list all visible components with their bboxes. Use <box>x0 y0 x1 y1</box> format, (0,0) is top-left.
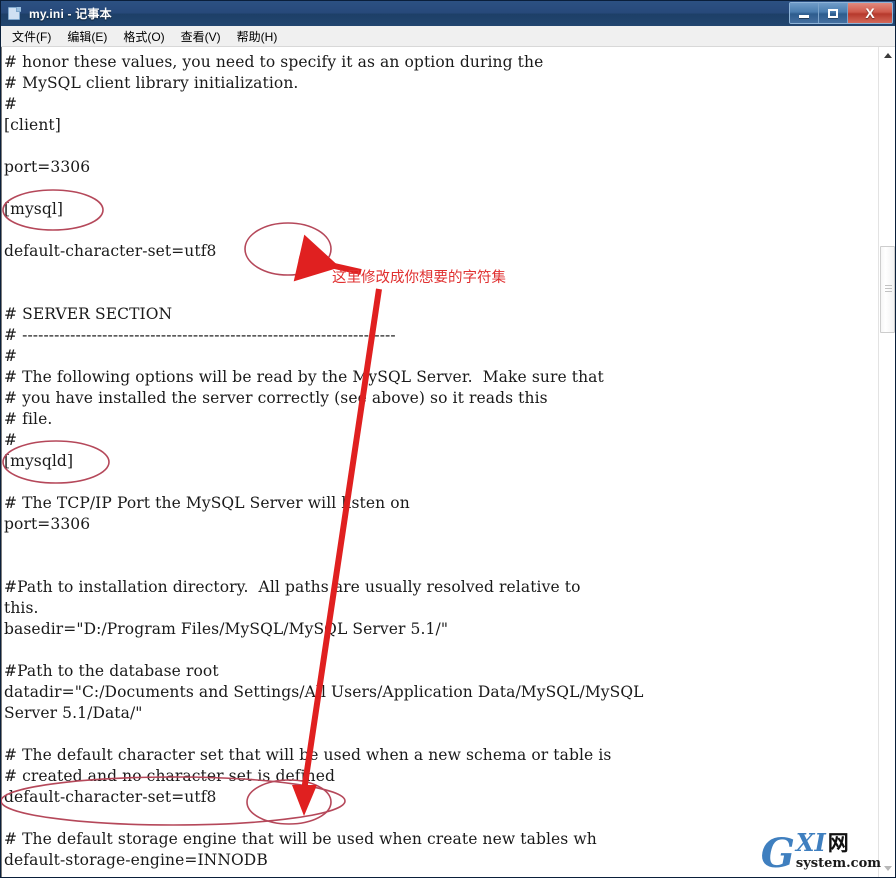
text-line: # created and no character set is define… <box>4 767 336 785</box>
close-button[interactable]: X <box>848 3 892 23</box>
minimize-icon <box>799 14 809 18</box>
minimize-button[interactable] <box>790 3 819 23</box>
text-line: default-storage-engine=INNODB <box>4 851 268 869</box>
text-editor-area[interactable]: # honor these values, you need to specif… <box>1 47 895 877</box>
scroll-up-button[interactable] <box>879 47 895 64</box>
text-line <box>4 640 644 661</box>
menu-bar: 文件(F) 编辑(E) 格式(O) 查看(V) 帮助(H) <box>1 26 895 47</box>
text-line: default-character-set=utf8 <box>4 788 217 806</box>
text-content: # honor these values, you need to specif… <box>4 52 644 871</box>
text-line: # The TCP/IP Port the MySQL Server will … <box>4 494 410 512</box>
text-line: Server 5.1/Data/" <box>4 704 143 722</box>
text-line <box>4 136 644 157</box>
close-icon: X <box>865 5 875 21</box>
text-line: # you have installed the server correctl… <box>4 389 548 407</box>
text-line: [mysqld] <box>4 452 74 470</box>
text-line: # file. <box>4 410 53 428</box>
text-line: this. <box>4 599 39 617</box>
text-line: # SERVER SECTION <box>4 305 173 323</box>
text-line: # MySQL client library initialization. <box>4 74 299 92</box>
maximize-button[interactable] <box>819 3 848 23</box>
text-line: # --------------------------------------… <box>4 326 396 344</box>
maximize-icon <box>828 8 838 18</box>
grip-icon <box>885 285 892 292</box>
title-bar[interactable]: my.ini - 记事本 X <box>1 1 895 26</box>
window-controls: X <box>789 2 893 24</box>
text-line: [mysql] <box>4 200 64 218</box>
text-line <box>4 724 644 745</box>
text-line: # The default character set that will be… <box>4 746 612 764</box>
menu-file[interactable]: 文件(F) <box>4 26 59 47</box>
text-line: # <box>4 95 18 113</box>
text-line: #Path to the database root <box>4 662 219 680</box>
scroll-down-button[interactable] <box>879 860 895 877</box>
window-title: my.ini - 记事本 <box>29 7 112 21</box>
menu-help[interactable]: 帮助(H) <box>229 26 286 47</box>
notepad-document-icon <box>7 6 22 21</box>
text-line: # <box>4 431 18 449</box>
text-line: # The following options will be read by … <box>4 368 604 386</box>
text-line <box>4 178 644 199</box>
notepad-window: my.ini - 记事本 X 文件(F) 编辑(E) 格式(O) 查看(V) 帮… <box>0 0 896 878</box>
text-line <box>4 283 644 304</box>
text-line: # <box>4 347 18 365</box>
text-line: basedir="D:/Program Files/MySQL/MySQL Se… <box>4 620 449 638</box>
text-line: port=3306 <box>4 515 91 533</box>
menu-view[interactable]: 查看(V) <box>173 26 229 47</box>
text-line: default-character-set=utf8 <box>4 242 217 260</box>
text-line <box>4 556 644 577</box>
text-line: datadir="C:/Documents and Settings/All U… <box>4 683 644 701</box>
text-line <box>4 472 644 493</box>
chevron-up-icon <box>883 53 892 58</box>
menu-edit[interactable]: 编辑(E) <box>59 26 115 47</box>
vertical-scrollbar[interactable] <box>878 47 895 877</box>
scrollbar-thumb[interactable] <box>880 246 895 333</box>
text-line: port=3306 <box>4 158 91 176</box>
text-line <box>4 808 644 829</box>
menu-format[interactable]: 格式(O) <box>115 26 172 47</box>
text-line: [client] <box>4 116 61 134</box>
text-line: # The default storage engine that will b… <box>4 830 597 848</box>
text-line: # honor these values, you need to specif… <box>4 53 544 71</box>
chevron-down-icon <box>883 866 892 871</box>
text-line <box>4 220 644 241</box>
text-line <box>4 535 644 556</box>
text-line: #Path to installation directory. All pat… <box>4 578 581 596</box>
text-line <box>4 262 644 283</box>
